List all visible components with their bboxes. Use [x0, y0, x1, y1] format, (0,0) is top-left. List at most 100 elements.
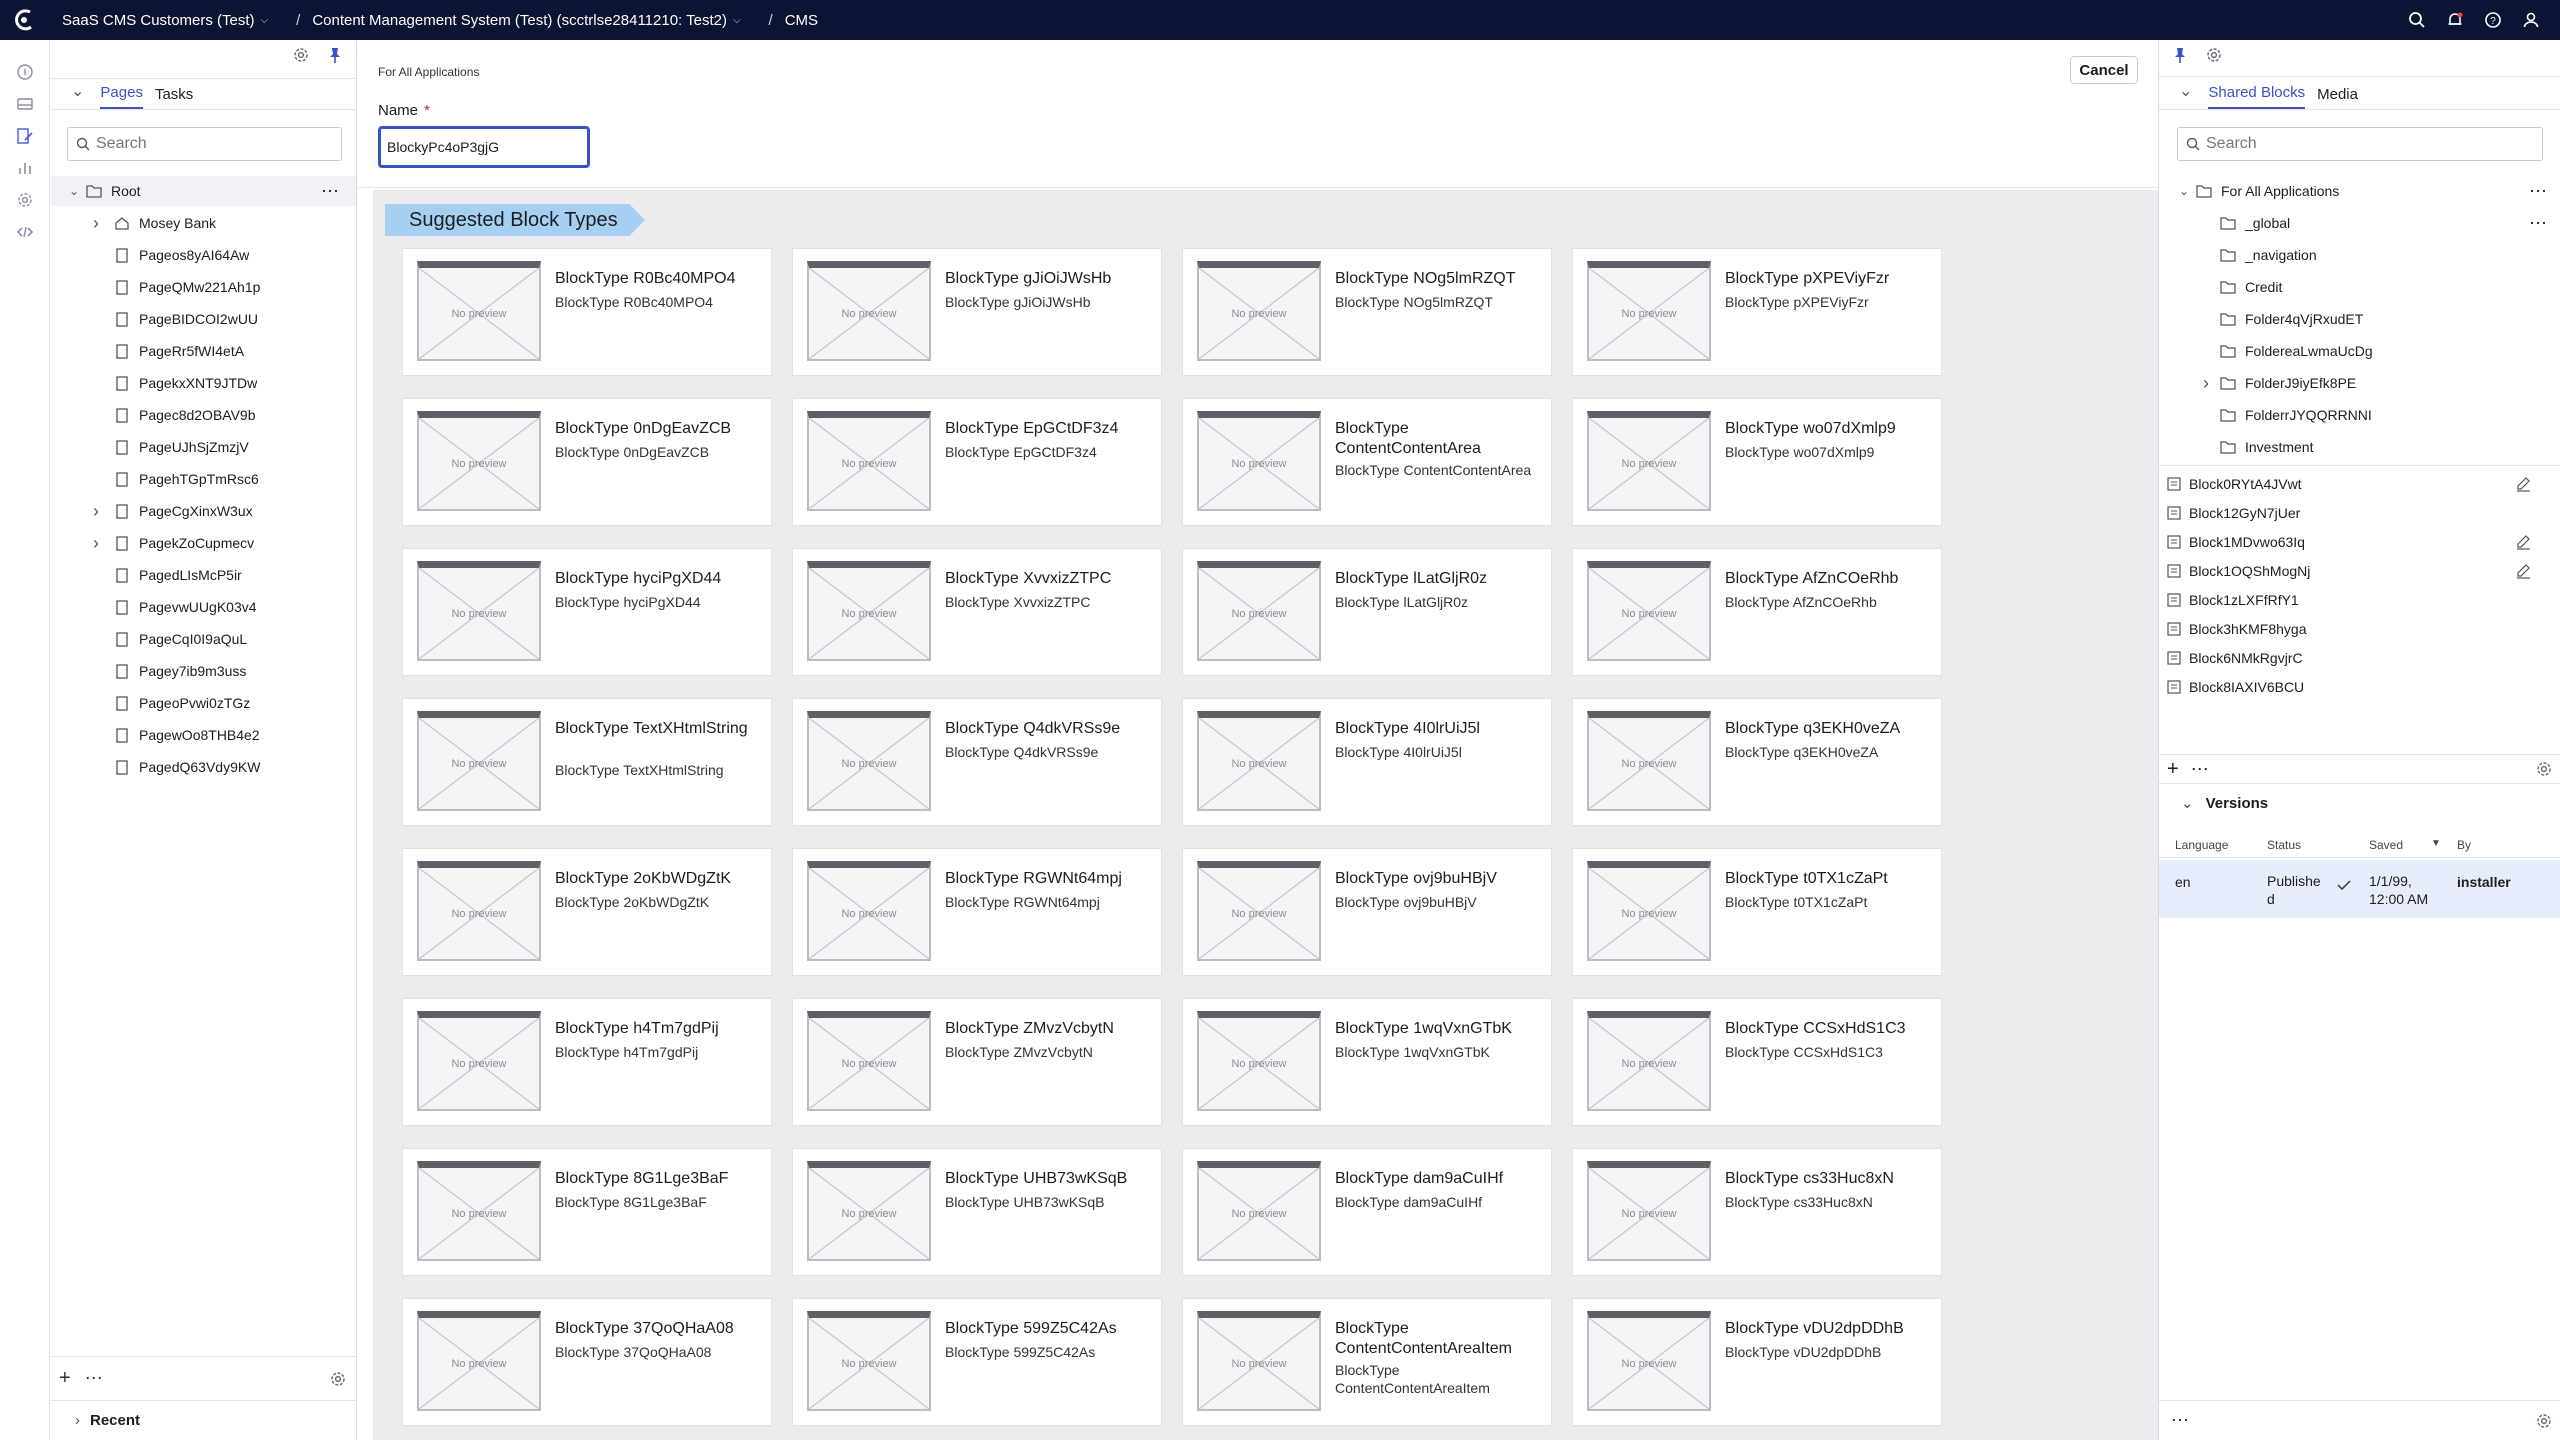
breadcrumb-cms-project[interactable]: / Content Management System (Test) (scctr…	[282, 12, 740, 29]
search-icon[interactable]	[2398, 11, 2436, 29]
add-icon[interactable]: +	[2167, 758, 2179, 781]
more-options-icon[interactable]: ⋯	[2171, 1410, 2189, 1431]
tab-tasks[interactable]: Tasks	[155, 86, 193, 109]
gear-icon[interactable]	[292, 46, 310, 64]
settings-nav-icon[interactable]	[15, 190, 35, 210]
blocks-search-input[interactable]	[2206, 135, 2536, 153]
block-type-card[interactable]: No preview BlockType XvvxizZTPC BlockType …	[792, 548, 1162, 676]
block-type-card[interactable]: No preview BlockType TextXHtmlString Block…	[402, 698, 772, 826]
tree-node-folder[interactable]: FoldereaLwmaUcDg	[2199, 336, 2560, 366]
tree-node-folder[interactable]: › FolderJ9iyEfk8PE	[2199, 368, 2560, 398]
column-status[interactable]: Status	[2267, 838, 2301, 852]
block-type-card[interactable]: No preview BlockType 8G1Lge3BaF BlockType …	[402, 1148, 772, 1276]
block-type-card[interactable]: No preview BlockType gJiOiJWsHb BlockType …	[792, 248, 1162, 376]
block-type-card[interactable]: No preview BlockType lLatGljR0z BlockType …	[1182, 548, 1552, 676]
tab-media[interactable]: Media	[2317, 86, 2358, 109]
version-row[interactable]: en Publishe d 1/1/99, 12:00 AM installer	[2159, 860, 2560, 918]
block-type-card[interactable]: No preview BlockType 0nDgEavZCB BlockType …	[402, 398, 772, 526]
column-by[interactable]: By	[2457, 838, 2471, 852]
block-type-card[interactable]: No preview BlockType 4I0lrUiJ5l BlockType …	[1182, 698, 1552, 826]
tree-node-page[interactable]: PagekxXNT9JTDw	[89, 368, 257, 398]
pin-icon[interactable]	[2171, 46, 2189, 64]
tree-node-page[interactable]: › Mosey Bank	[89, 208, 216, 238]
tab-pages[interactable]: Pages	[100, 84, 143, 109]
cancel-button[interactable]: Cancel	[2070, 56, 2138, 84]
developer-nav-icon[interactable]	[15, 222, 35, 242]
home-nav-icon[interactable]	[15, 62, 35, 82]
tree-node-folder[interactable]: _global ⋯	[2199, 208, 2560, 238]
more-options-icon[interactable]: ⋯	[85, 1368, 103, 1389]
chevron-right-icon[interactable]: ›	[89, 213, 103, 234]
tree-node-page[interactable]: PageBIDCOI2wUU	[89, 304, 258, 334]
block-type-card[interactable]: No preview BlockType Q4dkVRSs9e BlockType …	[792, 698, 1162, 826]
reports-nav-icon[interactable]	[15, 158, 35, 178]
more-options-icon[interactable]: ⋯	[2529, 181, 2547, 202]
block-type-card[interactable]: No preview BlockType 1wqVxnGTbK BlockType …	[1182, 998, 1552, 1126]
gear-icon[interactable]	[2535, 760, 2553, 778]
sort-descending-icon[interactable]: ▼	[2431, 838, 2441, 849]
breadcrumb-cms[interactable]: / CMS	[755, 12, 819, 29]
shared-block-item[interactable]: Block6NMkRgvjrC	[2167, 644, 2560, 672]
block-type-card[interactable]: No preview BlockType wo07dXmlp9 BlockType …	[1572, 398, 1942, 526]
tree-node-page[interactable]: › PageCgXinxW3ux	[89, 496, 253, 526]
tree-node-page[interactable]: PageQMw221Ah1p	[89, 272, 260, 302]
tree-node-page[interactable]: PageRr5fWI4etA	[89, 336, 244, 366]
breadcrumb-customers[interactable]: SaaS CMS Customers (Test) ⌵	[62, 12, 268, 29]
block-type-card[interactable]: No preview BlockType RGWNt64mpj BlockType …	[792, 848, 1162, 976]
block-type-card[interactable]: No preview BlockType EpGCtDF3z4 BlockType …	[792, 398, 1162, 526]
user-account-icon[interactable]	[2512, 11, 2550, 29]
block-type-card[interactable]: No preview BlockType CCSxHdS1C3 BlockType …	[1572, 998, 1942, 1126]
chevron-right-icon[interactable]: ›	[89, 533, 103, 554]
block-type-card[interactable]: No preview BlockType AfZnCOeRhb BlockType …	[1572, 548, 1942, 676]
chevron-right-icon[interactable]: ›	[89, 501, 103, 522]
chevron-down-icon[interactable]: ⌄	[67, 184, 81, 198]
block-type-card[interactable]: No preview BlockType t0TX1cZaPt BlockType …	[1572, 848, 1942, 976]
block-type-card[interactable]: No preview BlockType ContentContentArea Bl…	[1182, 398, 1552, 526]
edit-content-nav-icon[interactable]	[15, 126, 35, 146]
shared-block-item[interactable]: Block3hKMF8hyga	[2167, 615, 2560, 643]
tree-node-page[interactable]: PageoPvwi0zTGz	[89, 688, 250, 718]
column-language[interactable]: Language	[2175, 838, 2228, 852]
tree-node-page[interactable]: Pagey7ib9m3uss	[89, 656, 246, 686]
more-options-icon[interactable]: ⋯	[2529, 213, 2547, 234]
block-type-card[interactable]: No preview BlockType vDU2dpDDhB BlockType …	[1572, 1298, 1942, 1426]
tree-node-folder[interactable]: Investment	[2199, 432, 2560, 462]
tree-node-page[interactable]: PagehTGpTmRsc6	[89, 464, 259, 494]
block-type-card[interactable]: No preview BlockType NOg5lmRZQT BlockType …	[1182, 248, 1552, 376]
block-type-card[interactable]: No preview BlockType 2oKbWDgZtK BlockType …	[402, 848, 772, 976]
versions-header[interactable]: ⌄ Versions	[2159, 786, 2560, 820]
shared-block-item[interactable]: Block0RYtA4JVwt	[2167, 470, 2560, 498]
block-type-card[interactable]: No preview BlockType dam9aCuIHf BlockType …	[1182, 1148, 1552, 1276]
tree-node-folder[interactable]: Credit	[2199, 272, 2560, 302]
edit-pencil-icon[interactable]	[2515, 563, 2531, 579]
tree-node-page[interactable]: PageCqI0I9aQuL	[89, 624, 247, 654]
collapse-chevron-icon[interactable]: ⌄	[2179, 81, 2192, 109]
block-type-card[interactable]: No preview BlockType R0Bc40MPO4 BlockType …	[402, 248, 772, 376]
tree-node-folder[interactable]: Folder4qVjRxudET	[2199, 304, 2560, 334]
help-icon[interactable]: ?	[2474, 11, 2512, 29]
app-logo-icon[interactable]	[0, 0, 48, 40]
pin-icon[interactable]	[326, 46, 344, 64]
chevron-right-icon[interactable]: ›	[2199, 373, 2213, 394]
column-saved[interactable]: Saved	[2369, 838, 2403, 852]
more-options-icon[interactable]: ⋯	[321, 181, 340, 202]
gear-icon[interactable]	[2205, 46, 2223, 64]
shared-block-item[interactable]: Block1MDvwo63Iq	[2167, 528, 2560, 556]
tree-node-folder[interactable]: FolderrJYQQRRNNI	[2199, 400, 2560, 430]
block-type-card[interactable]: No preview BlockType q3EKH0veZA BlockType …	[1572, 698, 1942, 826]
block-type-card[interactable]: No preview BlockType ZMvzVcbytN BlockType …	[792, 998, 1162, 1126]
block-type-card[interactable]: No preview BlockType hyciPgXD44 BlockType …	[402, 548, 772, 676]
tree-node-for-all-applications[interactable]: ⌄ For All Applications ⋯	[2159, 176, 2560, 206]
tree-node-page[interactable]: Pagec8d2OBAV9b	[89, 400, 256, 430]
block-type-card[interactable]: No preview BlockType h4Tm7gdPij BlockType …	[402, 998, 772, 1126]
name-input[interactable]	[378, 126, 590, 168]
shared-block-item[interactable]: Block1zLXFfRfY1	[2167, 586, 2560, 614]
block-type-card[interactable]: No preview BlockType ContentContentAreaIt…	[1182, 1298, 1552, 1426]
add-icon[interactable]: +	[59, 1367, 71, 1390]
edit-pencil-icon[interactable]	[2515, 534, 2531, 550]
inbox-nav-icon[interactable]	[15, 94, 35, 114]
shared-block-item[interactable]: Block12GyN7jUer	[2167, 499, 2560, 527]
shared-block-item[interactable]: Block8IAXIV6BCU	[2167, 673, 2560, 701]
tree-node-page[interactable]: › PagekZoCupmecv	[89, 528, 254, 558]
gear-icon[interactable]	[2535, 1412, 2553, 1430]
